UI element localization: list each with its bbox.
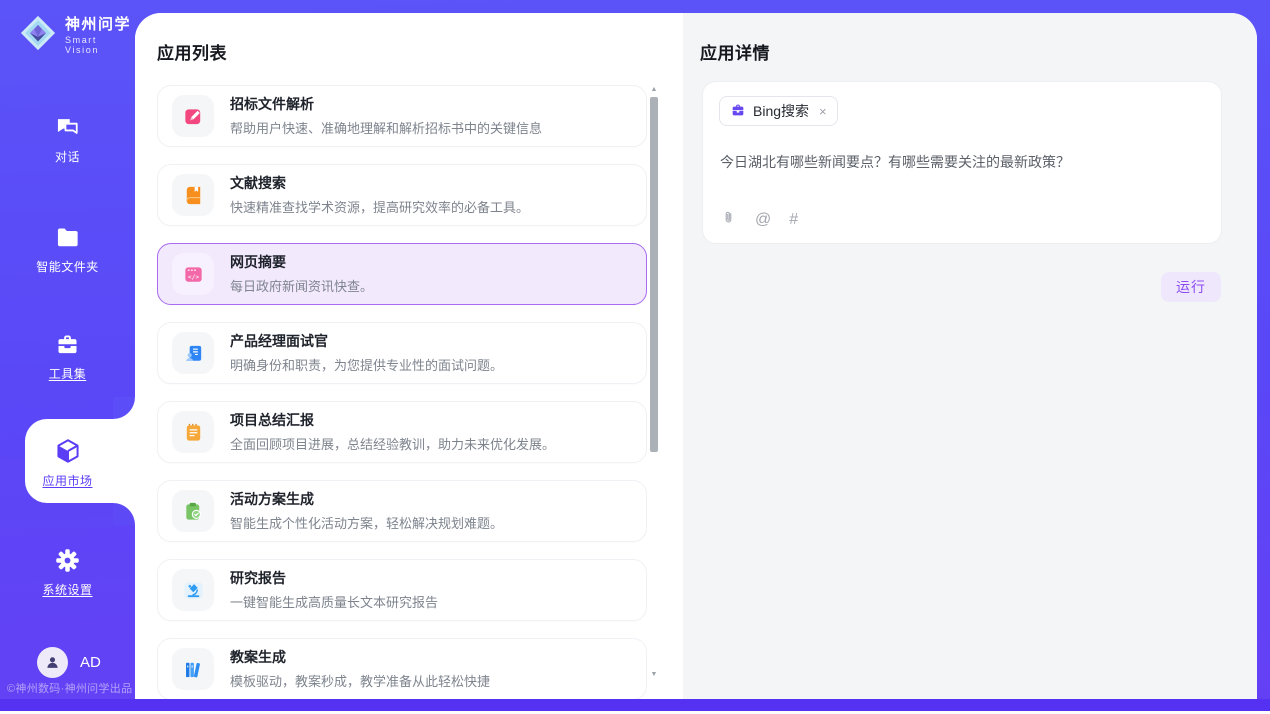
- app-card-text: 文献搜索快速精准查找学术资源，提高研究效率的必备工具。: [230, 174, 529, 215]
- app-card[interactable]: 招标文件解析帮助用户快速、准确地理解和解析招标书中的关键信息: [157, 85, 647, 147]
- scrollbar-thumb[interactable]: [650, 97, 658, 452]
- user-row[interactable]: AD: [37, 647, 101, 678]
- scroll-down-arrow[interactable]: ▼: [649, 670, 659, 680]
- app-card-text: 教案生成模板驱动，教案秒成，教学准备从此轻松快捷: [230, 648, 490, 689]
- sidebar-item-system-settings[interactable]: 系统设置: [0, 546, 135, 616]
- briefcase-icon: [730, 102, 746, 121]
- literature-book-icon: [172, 174, 214, 216]
- app-list-title: 应用列表: [157, 39, 227, 64]
- folder-icon: [54, 223, 81, 251]
- app-card[interactable]: </> 网页摘要每日政府新闻资讯快查。: [157, 243, 647, 305]
- app-card-text: 活动方案生成智能生成个性化活动方案，轻松解决规划难题。: [230, 490, 503, 531]
- app-card-description: 一键智能生成高质量长文本研究报告: [230, 592, 438, 611]
- app-card-text: 项目总结汇报全面回顾项目进展，总结经验教训，助力未来优化发展。: [230, 411, 555, 452]
- microscope-icon: [172, 569, 214, 611]
- bottom-frame-bar: [0, 699, 1270, 711]
- composer-toolbar: @ #: [720, 209, 798, 231]
- gear-icon: [54, 546, 81, 574]
- app-card-title: 教案生成: [230, 648, 490, 666]
- app-card-text: 招标文件解析帮助用户快速、准确地理解和解析招标书中的关键信息: [230, 95, 542, 136]
- app-card-title: 网页摘要: [230, 253, 373, 271]
- app-card-text: 产品经理面试官明确身份和职责，为您提供专业性的面试问题。: [230, 332, 503, 373]
- sidebar-item-smart-folders[interactable]: 智能文件夹: [0, 223, 135, 293]
- sidebar-item-toolset[interactable]: 工具集: [0, 330, 135, 400]
- user-avatar-icon[interactable]: [37, 647, 68, 678]
- sidebar-item-label: 智能文件夹: [36, 258, 99, 275]
- sidebar-item-label: 工具集: [49, 365, 87, 382]
- app-card-description: 快速精准查找学术资源，提高研究效率的必备工具。: [230, 197, 529, 216]
- app-card[interactable]: 研究报告一键智能生成高质量长文本研究报告: [157, 559, 647, 621]
- brand-subtitle: Smart Vision: [65, 35, 135, 55]
- interviewer-doc-icon: [172, 332, 214, 374]
- content-area: 应用列表 招标文件解析帮助用户快速、准确地理解和解析招标书中的关键信息文献搜索快…: [135, 13, 1257, 699]
- query-text[interactable]: 今日湖北有哪些新闻要点？有哪些需要关注的最新政策？: [720, 152, 1201, 173]
- app-card[interactable]: 文献搜索快速精准查找学术资源，提高研究效率的必备工具。: [157, 164, 647, 226]
- brand-text: 神州问学 Smart Vision: [65, 16, 135, 55]
- toolbox-icon: [54, 330, 81, 358]
- sidebar: 神州问学 Smart Vision 对话智能文件夹工具集应用市场系统设置 AD …: [0, 0, 135, 714]
- app-card-description: 模板驱动，教案秒成，教学准备从此轻松快捷: [230, 671, 490, 690]
- chat-icon: [54, 113, 81, 141]
- copyright-text: ©神州数码·神州问学出品: [7, 680, 135, 696]
- app-card-description: 智能生成个性化活动方案，轻松解决规划难题。: [230, 513, 503, 532]
- app-card-title: 研究报告: [230, 569, 438, 587]
- user-name: AD: [80, 654, 101, 671]
- app-card-description: 帮助用户快速、准确地理解和解析招标书中的关键信息: [230, 118, 542, 137]
- web-code-icon: </>: [172, 253, 214, 295]
- sidebar-item-chat[interactable]: 对话: [0, 113, 135, 183]
- mention-icon[interactable]: @: [755, 211, 771, 229]
- app-card-text: 网页摘要每日政府新闻资讯快查。: [230, 253, 373, 294]
- app-card-description: 全面回顾项目进展，总结经验教训，助力未来优化发展。: [230, 434, 555, 453]
- brand-name: 神州问学: [65, 16, 135, 34]
- scrollbar[interactable]: ▲ ▼: [649, 85, 659, 680]
- brand: 神州问学 Smart Vision: [19, 14, 135, 57]
- paperclip-icon[interactable]: [720, 209, 737, 231]
- app-card-description: 每日政府新闻资讯快查。: [230, 276, 373, 295]
- app-card-title: 文献搜索: [230, 174, 529, 192]
- chip-close-icon[interactable]: ×: [819, 104, 827, 119]
- app-detail-panel: 应用详情 Bing搜索 × 今日湖北有哪些新闻要点？有哪些需要关注的最新政策？: [683, 13, 1257, 699]
- app-list-panel: 应用列表 招标文件解析帮助用户快速、准确地理解和解析招标书中的关键信息文献搜索快…: [135, 13, 683, 699]
- app-card-title: 产品经理面试官: [230, 332, 503, 350]
- books-icon: [172, 648, 214, 690]
- app-card[interactable]: 产品经理面试官明确身份和职责，为您提供专业性的面试问题。: [157, 322, 647, 384]
- app-card[interactable]: 教案生成模板驱动，教案秒成，教学准备从此轻松快捷: [157, 638, 647, 699]
- app-card[interactable]: 项目总结汇报全面回顾项目进展，总结经验教训，助力未来优化发展。: [157, 401, 647, 463]
- app-card[interactable]: 活动方案生成智能生成个性化活动方案，轻松解决规划难题。: [157, 480, 647, 542]
- scroll-up-arrow[interactable]: ▲: [649, 85, 659, 95]
- tool-chip-bing-search[interactable]: Bing搜索 ×: [719, 96, 838, 126]
- svg-text:</>: </>: [187, 274, 199, 281]
- sidebar-item-label: 对话: [55, 148, 80, 165]
- tool-chip-label: Bing搜索: [753, 101, 809, 121]
- run-button[interactable]: 运行: [1161, 272, 1221, 302]
- app-card-text: 研究报告一键智能生成高质量长文本研究报告: [230, 569, 438, 610]
- clipboard-check-icon: [172, 490, 214, 532]
- app-detail-title: 应用详情: [700, 39, 770, 64]
- sidebar-item-label: 应用市场: [42, 472, 92, 489]
- app-card-title: 活动方案生成: [230, 490, 503, 508]
- brand-logo-icon: [19, 14, 57, 57]
- cube-icon: [54, 437, 82, 465]
- prompt-card: Bing搜索 × 今日湖北有哪些新闻要点？有哪些需要关注的最新政策？ @ #: [702, 81, 1222, 244]
- sidebar-item-label: 系统设置: [42, 581, 92, 598]
- app-card-title: 项目总结汇报: [230, 411, 555, 429]
- hash-icon[interactable]: #: [789, 211, 798, 229]
- app-list: 招标文件解析帮助用户快速、准确地理解和解析招标书中的关键信息文献搜索快速精准查找…: [157, 85, 647, 699]
- app-card-title: 招标文件解析: [230, 95, 542, 113]
- notepad-icon: [172, 411, 214, 453]
- bid-document-icon: [172, 95, 214, 137]
- app-card-description: 明确身份和职责，为您提供专业性的面试问题。: [230, 355, 503, 374]
- sidebar-item-app-market[interactable]: 应用市场: [0, 437, 135, 507]
